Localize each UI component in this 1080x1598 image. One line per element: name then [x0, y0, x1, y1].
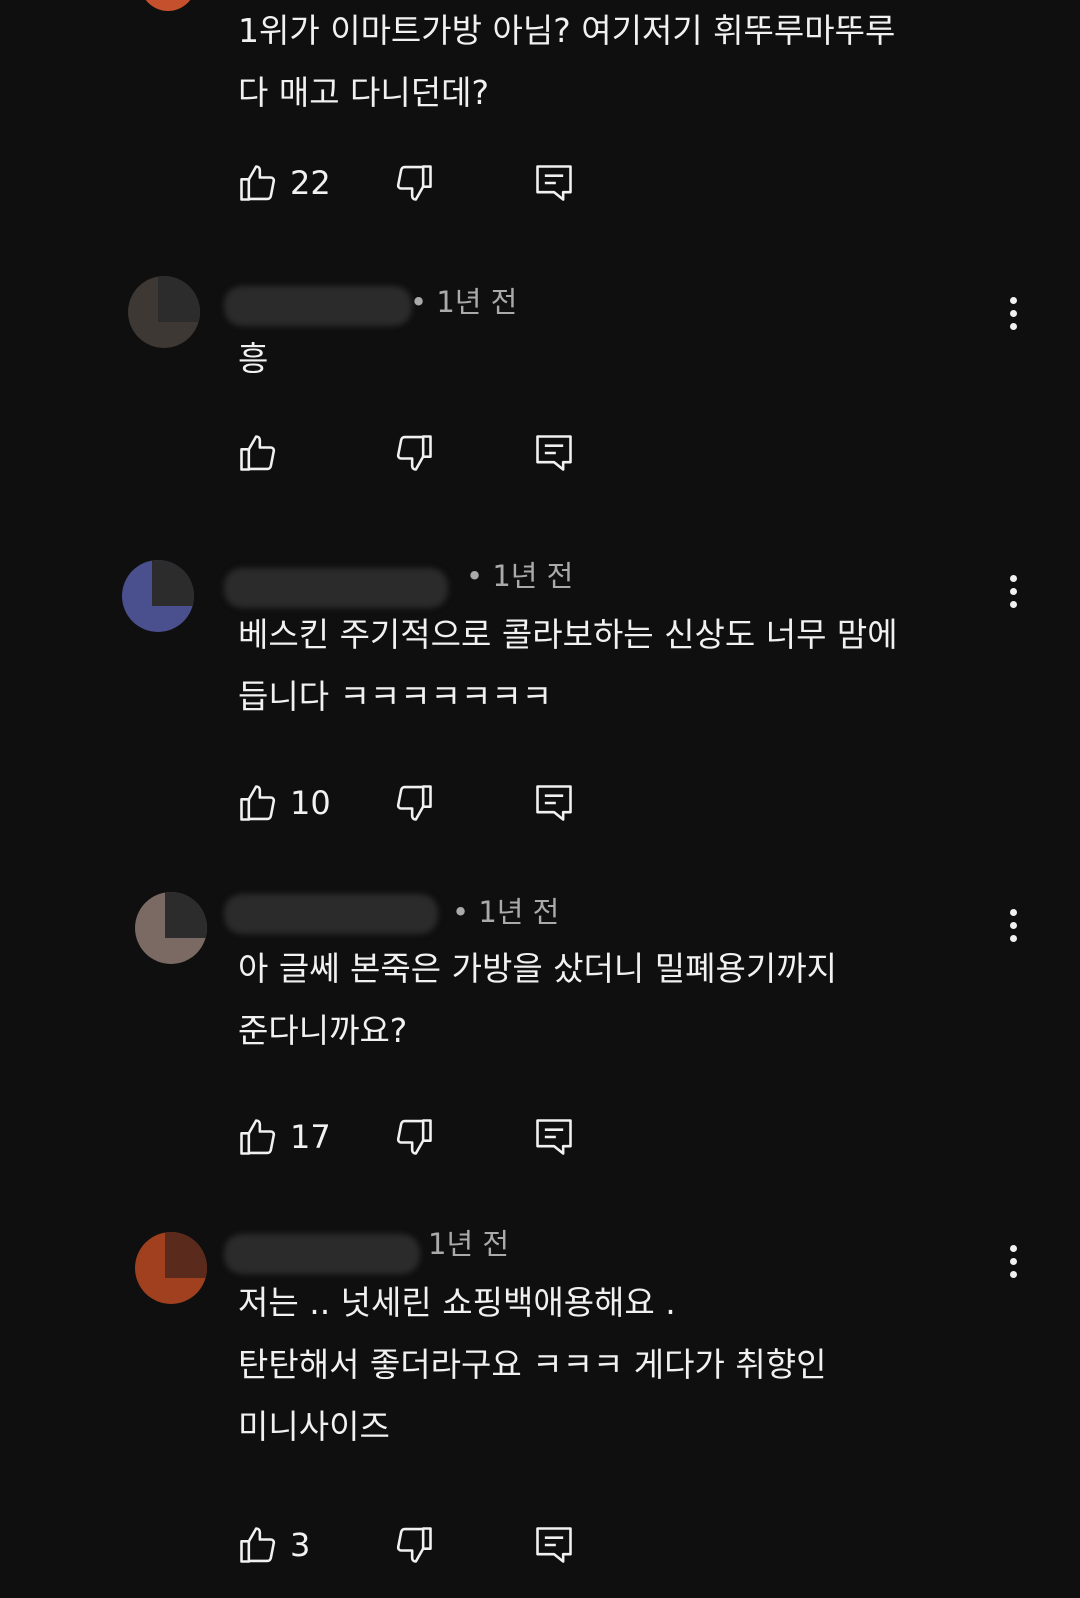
more-options-button[interactable] — [998, 906, 1028, 946]
more-vertical-icon — [998, 909, 1028, 942]
thumbs-up-icon — [240, 1119, 276, 1155]
avatar-redaction — [165, 1232, 207, 1278]
comment-meta: • 1년 전 — [410, 282, 517, 322]
thumbs-up-icon — [240, 1527, 276, 1563]
thumbs-up-icon — [240, 165, 276, 201]
reply-button[interactable] — [532, 160, 576, 206]
more-options-button[interactable] — [998, 294, 1028, 334]
comment-actions — [236, 430, 636, 476]
avatar[interactable] — [140, 0, 196, 11]
comment-time: • 1년 전 — [452, 895, 560, 929]
avatar-redaction — [158, 276, 200, 322]
comment-actions: 10 — [236, 780, 636, 826]
like-count: 3 — [290, 1526, 311, 1564]
avatar-redaction — [152, 560, 194, 606]
reply-comment-icon — [536, 785, 572, 821]
like-count: 10 — [290, 784, 331, 822]
comment-text: 아 글쎄 본죽은 가방을 샀더니 밀폐용기까지 준다니까요? — [238, 949, 837, 1050]
reply-button[interactable] — [532, 430, 576, 476]
comment-text: 저는 .. 넛세린 쇼핑백애용해요 . 탄탄해서 좋더라구요 ㅋㅋㅋ 게다가 취… — [238, 1283, 827, 1446]
comment-actions: 3 — [236, 1522, 636, 1568]
like-button[interactable]: 17 — [236, 1114, 331, 1160]
comment-time: • 1년 전 — [410, 285, 518, 319]
author-name-redacted[interactable] — [224, 286, 412, 326]
avatar[interactable] — [135, 1232, 207, 1304]
dislike-button[interactable] — [392, 430, 436, 476]
comment-text: 베스킨 주기적으로 콜라보하는 신상도 너무 맘에 듭니다 ㅋㅋㅋㅋㅋㅋㅋ — [238, 615, 898, 716]
avatar[interactable] — [128, 276, 200, 348]
avatar[interactable] — [122, 560, 194, 632]
comment-meta: 1년 전 — [428, 1224, 509, 1264]
comment-time: 1년 전 — [428, 1227, 510, 1261]
author-name-redacted[interactable] — [224, 568, 448, 608]
comment-text: 흥 — [238, 339, 269, 378]
avatar-redaction — [165, 892, 207, 938]
reply-button[interactable] — [532, 1114, 576, 1160]
reply-comment-icon — [536, 165, 572, 201]
like-button[interactable]: 10 — [236, 780, 331, 826]
comment-actions: 17 — [236, 1114, 636, 1160]
more-vertical-icon — [998, 575, 1028, 608]
thumbs-down-icon — [396, 1119, 432, 1155]
dislike-button[interactable] — [392, 160, 436, 206]
more-options-button[interactable] — [998, 1242, 1028, 1282]
thumbs-down-icon — [396, 165, 432, 201]
like-button[interactable]: 3 — [236, 1522, 310, 1568]
more-vertical-icon — [998, 297, 1028, 330]
comment-meta: • 1년 전 — [466, 556, 573, 596]
reply-comment-icon — [536, 435, 572, 471]
reply-button[interactable] — [532, 1522, 576, 1568]
more-vertical-icon — [998, 1245, 1028, 1278]
reply-comment-icon — [536, 1119, 572, 1155]
thumbs-down-icon — [396, 435, 432, 471]
comment-meta: • 1년 전 — [452, 892, 559, 932]
comment-actions: 22 — [236, 160, 636, 206]
like-button[interactable]: 22 — [236, 160, 331, 206]
author-name-redacted[interactable] — [224, 894, 438, 934]
comment-text: 1위가 이마트가방 아님? 여기저기 휘뚜루마뚜루 다 매고 다니던데? — [238, 11, 896, 112]
thumbs-down-icon — [396, 1527, 432, 1563]
avatar[interactable] — [135, 892, 207, 964]
comment-time: • 1년 전 — [466, 559, 574, 593]
like-count: 17 — [290, 1118, 331, 1156]
dislike-button[interactable] — [392, 780, 436, 826]
thumbs-up-icon — [240, 785, 276, 821]
reply-button[interactable] — [532, 780, 576, 826]
dislike-button[interactable] — [392, 1114, 436, 1160]
like-count: 22 — [290, 164, 331, 202]
reply-comment-icon — [536, 1527, 572, 1563]
like-button[interactable] — [236, 430, 290, 476]
dislike-button[interactable] — [392, 1522, 436, 1568]
thumbs-down-icon — [396, 785, 432, 821]
more-options-button[interactable] — [998, 572, 1028, 612]
author-name-redacted[interactable] — [224, 1234, 420, 1274]
thumbs-up-icon — [240, 435, 276, 471]
